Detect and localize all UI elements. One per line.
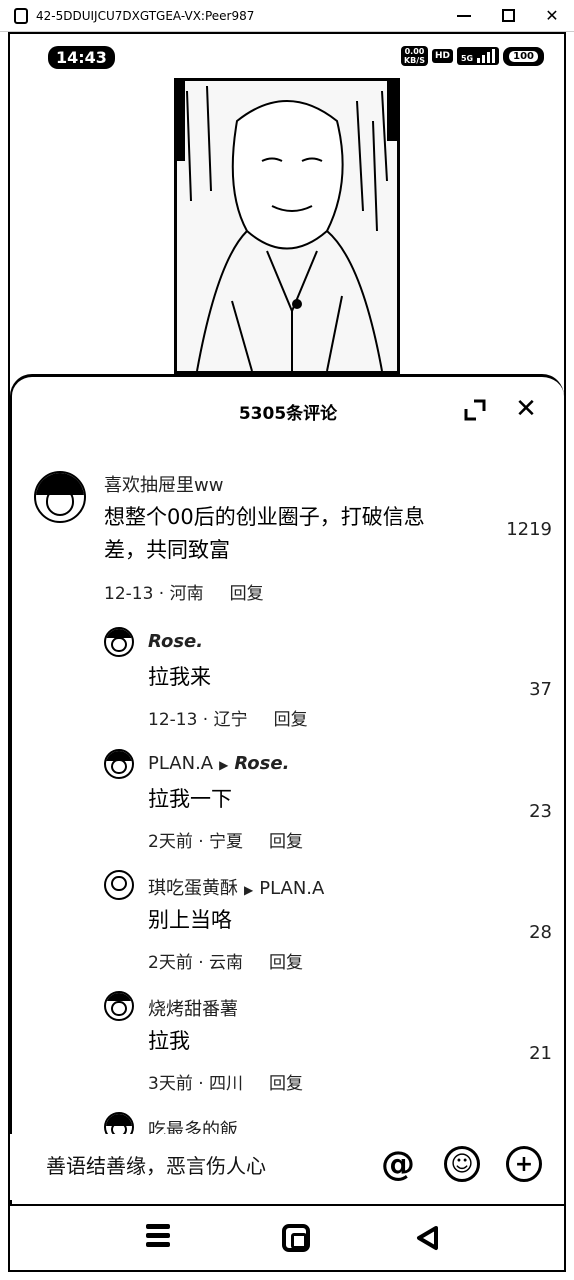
comment-input[interactable]: 善语结善缘，恶言伤人心 xyxy=(46,1150,266,1179)
status-icons: 0.00 KB/S HD 5G 100 xyxy=(400,46,544,66)
phone-screen: 14:43 0.00 KB/S HD 5G 100 5305条评论 ✕ 喜欢抽屉… xyxy=(8,32,566,1272)
minimize-icon xyxy=(457,14,471,17)
reply-username[interactable]: PLAN.A ▶ Rose. xyxy=(148,753,289,774)
reply-date: 2天前 · 宁夏 xyxy=(148,832,244,852)
reply-meta: 12-13 · 辽宁 回复 xyxy=(148,705,308,730)
status-time: 14:43 xyxy=(48,46,115,69)
comment-input-bar: 善语结善缘，恶言伤人心 @ ☺ + xyxy=(10,1134,564,1200)
window-title: 42-5DDUIJCU7DXGTGEA-VX:Peer987 xyxy=(36,8,255,23)
reply-to-arrow-icon: ▶ xyxy=(244,883,254,897)
reply-button[interactable]: 回复 xyxy=(269,1074,303,1094)
like-count[interactable]: 28 xyxy=(529,922,552,943)
window-title-bar: 42-5DDUIJCU7DXGTGEA-VX:Peer987 ✕ xyxy=(0,0,574,32)
menu-icon[interactable] xyxy=(146,1224,174,1252)
reply-meta: 3天前 · 四川 回复 xyxy=(148,1069,303,1094)
battery-icon: 100 xyxy=(503,46,544,66)
minimize-button[interactable] xyxy=(442,0,486,32)
comments-header: 5305条评论 ✕ xyxy=(12,377,564,443)
maximize-icon xyxy=(501,9,515,22)
reply-username[interactable]: 琪吃蛋黄酥 ▶ PLAN.A xyxy=(148,874,324,900)
reply-button[interactable]: 回复 xyxy=(230,584,264,604)
comment-meta: 12-13 · 河南 回复 xyxy=(104,579,264,604)
back-icon[interactable] xyxy=(414,1224,442,1252)
reply-text: 拉我来 xyxy=(148,665,211,689)
signal-icon: 5G xyxy=(456,47,500,65)
reply-text: 别上当咯 xyxy=(148,908,232,932)
reply-date: 12-13 · 辽宁 xyxy=(148,710,248,730)
close-icon[interactable]: ✕ xyxy=(514,396,538,422)
system-nav-bar xyxy=(10,1204,564,1270)
reply-to-arrow-icon: ▶ xyxy=(219,758,229,772)
signal-label: 5G xyxy=(460,54,474,63)
avatar[interactable] xyxy=(34,471,86,523)
reply-username[interactable]: 烧烤甜番薯 xyxy=(148,995,238,1021)
video-preview[interactable] xyxy=(174,78,400,374)
maximize-button[interactable] xyxy=(486,0,530,32)
avatar[interactable] xyxy=(104,870,134,900)
reply-text: 拉我 xyxy=(148,1029,190,1053)
home-icon[interactable] xyxy=(282,1224,310,1252)
like-count[interactable]: 23 xyxy=(529,801,552,822)
emoji-icon[interactable]: ☺ xyxy=(444,1146,480,1182)
plus-icon[interactable]: + xyxy=(506,1146,542,1182)
reply-date: 2天前 · 云南 xyxy=(148,953,244,973)
comment-text-line-2: 差，共同致富 xyxy=(104,538,230,562)
like-count[interactable]: 37 xyxy=(529,679,552,700)
avatar[interactable] xyxy=(104,627,134,657)
comment-text-line-1: 想整个00后的创业圈子，打破信息 xyxy=(104,505,425,529)
reply-button[interactable]: 回复 xyxy=(269,832,303,852)
network-speed-value: 0.00 xyxy=(404,47,425,56)
reply-button[interactable]: 回复 xyxy=(269,953,303,973)
network-speed-unit: KB/S xyxy=(403,56,425,65)
reply-button[interactable]: 回复 xyxy=(274,710,308,730)
network-speed: 0.00 KB/S xyxy=(400,46,428,66)
comment-date: 12-13 · 河南 xyxy=(104,584,204,604)
at-mention-icon[interactable]: @ xyxy=(380,1144,416,1184)
video-frame-image xyxy=(177,81,397,371)
reply-username[interactable]: Rose. xyxy=(148,631,203,652)
expand-icon[interactable] xyxy=(464,399,486,421)
reply-meta: 2天前 · 宁夏 回复 xyxy=(148,827,303,852)
like-count[interactable]: 1219 xyxy=(506,519,552,540)
reply-meta: 2天前 · 云南 回复 xyxy=(148,948,303,973)
status-bar: 14:43 0.00 KB/S HD 5G 100 xyxy=(10,34,564,78)
app-icon xyxy=(14,7,28,24)
avatar[interactable] xyxy=(104,749,134,779)
comments-sheet: 5305条评论 ✕ 喜欢抽屉里ww 想整个00后的创业圈子，打破信息 差，共同致… xyxy=(10,374,564,1204)
battery-level: 100 xyxy=(509,50,538,62)
reply-date: 3天前 · 四川 xyxy=(148,1074,244,1094)
reply-text: 拉我一下 xyxy=(148,787,232,811)
avatar[interactable] xyxy=(104,991,134,1021)
hd-badge: HD xyxy=(431,49,453,63)
comment-username[interactable]: 喜欢抽屉里ww xyxy=(104,471,223,497)
like-count[interactable]: 21 xyxy=(529,1043,552,1064)
close-window-button[interactable]: ✕ xyxy=(530,0,574,32)
